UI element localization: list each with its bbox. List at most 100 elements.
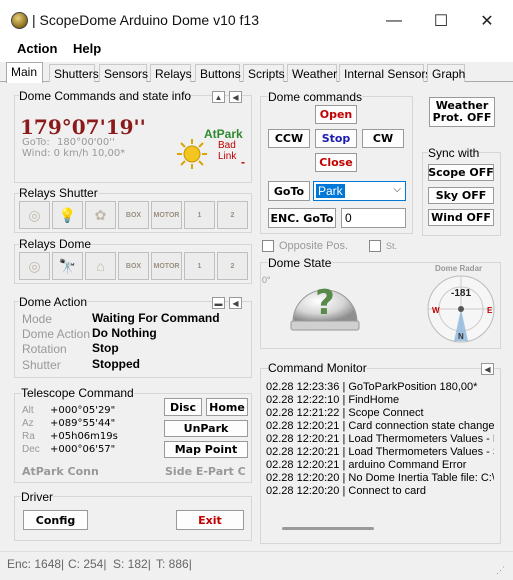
dome-action-value: Do Nothing [92,326,157,340]
exit-button[interactable]: Exit [176,510,244,530]
open-button[interactable]: Open [315,105,357,124]
cw-button[interactable]: CW [362,129,404,148]
alt-value: +000°05'29" [50,405,116,416]
telescope-status-left: AtPark Conn [22,465,99,478]
log-horizontal-scrollbar[interactable] [282,527,374,530]
minimize-panel-icon[interactable]: ▬ [212,297,225,309]
dome-action-title: Dome Action [19,295,88,309]
shutter-label: Shutter [22,358,61,372]
disc-button[interactable]: Disc [164,398,202,416]
dome-relay-telescope-icon[interactable]: 🔭 [52,252,83,280]
shutter-relay-target-icon[interactable]: ◎ [19,201,50,229]
stop-button[interactable]: Stop [315,129,357,148]
maximize-button[interactable]: ☐ [418,7,464,35]
enc-goto-button[interactable]: ENC. GoTo [268,208,336,228]
tab-shutters[interactable]: Shutters [49,64,99,82]
radar-value: -181 [451,288,472,299]
dome-relay-motor-icon[interactable]: MOTOR [151,252,182,280]
log-line: 02.28 12:20:20 | Connect to card [266,485,427,497]
close-button[interactable]: Close [315,153,357,172]
tab-scripts[interactable]: Scripts [243,64,285,82]
mode-label: Mode [22,312,53,326]
dome-relay-target-icon[interactable]: ◎ [19,252,50,280]
radar-west: W [432,306,440,315]
az-value: +089°55'44" [50,418,116,429]
shutter-relay-box-icon[interactable]: BOX [118,201,149,229]
goto-button[interactable]: GoTo [268,181,310,201]
enc-goto-input[interactable]: 0 [341,208,406,228]
tab-main[interactable]: Main [6,62,43,83]
config-button[interactable]: Config [23,510,88,530]
menu-help[interactable]: Help [73,41,101,56]
mode-value: Waiting For Command [92,311,220,325]
driver-title: Driver [21,490,53,504]
rotation-value: Stop [92,341,119,355]
scope-sync-button[interactable]: Scope OFF [428,164,494,181]
dec-label: Dec [22,444,40,455]
tab-graph[interactable]: Graph [427,64,465,82]
sky-sync-button[interactable]: Sky OFF [428,187,494,204]
tab-internal-sensors[interactable]: Internal Sensors [339,64,431,82]
log-line: 02.28 12:21:22 | Scope Connect [266,407,424,419]
goto-label: GoTo: [22,137,50,148]
menu-action[interactable]: Action [17,41,57,56]
relays-dome-title: Relays Dome [19,237,92,251]
log-line: 02.28 12:20:21 | Load Thermometers Value… [266,446,494,458]
unpark-button[interactable]: UnPark [164,420,248,437]
azimuth-readout: 179°07'19'' [20,115,146,139]
home-button[interactable]: Home [206,398,248,416]
tab-buttons[interactable]: Buttons [195,64,241,82]
tab-weather[interactable]: Weather [287,64,337,82]
dome-relay-2-icon[interactable]: 2 [217,252,248,280]
sun-icon [176,138,208,170]
opposite-label: Opposite Pos. [279,240,349,252]
goto-select[interactable]: Park ⌵ [313,181,406,201]
minimize-button[interactable]: — [371,7,417,35]
wind-readout: Wind: 0 km/h 10,00* [22,148,126,159]
radar-east: E [487,306,493,315]
radar-title: Dome Radar [435,264,483,273]
close-window-button[interactable]: ✕ [464,7,510,35]
shutter-relay-fan-icon[interactable]: ✿ [85,201,116,229]
ra-value: +05h06m19s [50,431,118,442]
dome-relay-box-icon[interactable]: BOX [118,252,149,280]
dome-relay-house-icon[interactable]: ⌂ [85,252,116,280]
status-enc: Enc: 1648| [7,557,65,571]
wind-sync-button[interactable]: Wind OFF [428,209,494,226]
shutter-relay-1-icon[interactable]: 1 [184,201,215,229]
st-label: St. [386,241,398,251]
weather-prot-button[interactable]: Weather Prot. OFF [429,97,495,127]
st-checkbox[interactable] [369,240,381,252]
opposite-checkbox[interactable] [262,240,274,252]
shutter-relay-light-icon[interactable]: 💡 [52,201,83,229]
dome-commands-title: Dome commands [268,90,363,104]
command-log[interactable]: 02.28 12:23:36 | GoToParkPosition 180,00… [266,381,494,521]
log-line: 02.28 12:20:21 | Load Thermometers Value… [266,433,494,445]
log-line: 02.28 12:20:21 | arduino Command Error [266,459,467,471]
resize-grip-icon[interactable]: ⋰ [496,565,506,575]
az-label: Az [22,418,34,429]
collapse-up-icon[interactable]: ▲ [212,91,225,103]
status-s: S: 182| [113,557,151,571]
alt-label: Alt [22,405,34,416]
status-c: C: 254| [68,557,107,571]
shutter-relay-motor-icon[interactable]: MOTOR [151,201,182,229]
log-line: 02.28 12:23:36 | GoToParkPosition 180,00… [266,381,478,393]
log-line: 02.28 12:22:10 | FindHome [266,394,400,406]
relays-shutter-title: Relays Shutter [19,186,98,200]
rotation-label: Rotation [22,342,67,356]
arrow-left-icon[interactable]: ◀ [481,363,494,375]
ccw-button[interactable]: CCW [268,129,310,148]
dome-relay-1-icon[interactable]: 1 [184,252,215,280]
tab-relays[interactable]: Relays [150,64,192,82]
dome-state-zero: 0° [262,275,271,285]
atpark-label: AtPark [204,127,243,141]
tab-sensors[interactable]: Sensors [99,64,148,82]
shutter-relay-2-icon[interactable]: 2 [217,201,248,229]
map-point-button[interactable]: Map Point [164,441,248,458]
arrow-left-icon[interactable]: ◀ [229,91,242,103]
goto-value: 180°00'00'' [57,137,115,148]
dome-action-label: Dome Action [22,327,91,341]
arrow-left-icon[interactable]: ◀ [229,297,242,309]
badlink-dash: - [241,155,245,169]
